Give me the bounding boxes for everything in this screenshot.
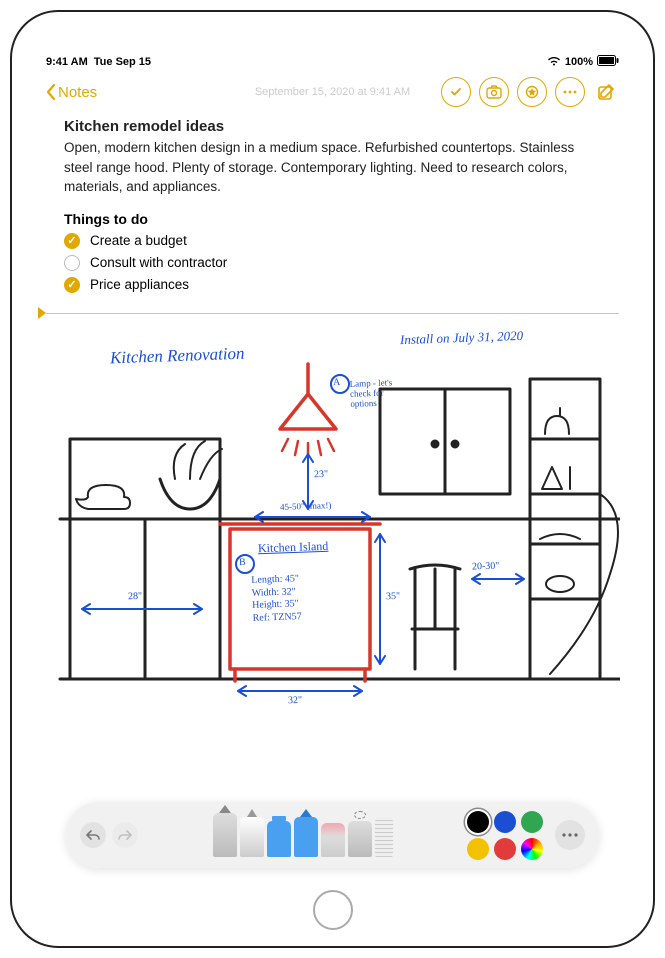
checklist-label: Price appliances (90, 277, 189, 292)
back-label: Notes (58, 84, 97, 101)
highlighter-tool[interactable] (267, 821, 291, 857)
annotation-a-text: Lamp - let's check for options (349, 378, 400, 409)
dim-lamp: 23" (314, 468, 328, 479)
annotation-a-marker: A (333, 377, 341, 388)
note-content[interactable]: Kitchen remodel ideas Open, modern kitch… (36, 112, 629, 293)
checklist-label: Create a budget (90, 233, 187, 248)
ipad-frame: 9:41 AM Tue Sep 15 100% Notes September … (10, 10, 655, 948)
marker-tool[interactable] (240, 817, 264, 857)
dim-island-w: 32" (288, 694, 302, 705)
checkbox-icon[interactable] (64, 277, 80, 293)
tool-tray (152, 813, 453, 857)
pen-tool[interactable] (213, 813, 237, 857)
checkbox-icon[interactable] (64, 233, 80, 249)
checkbox-icon[interactable] (64, 255, 80, 271)
color-black[interactable] (467, 811, 489, 833)
checklist-item[interactable]: Create a budget (64, 233, 601, 249)
status-time: 9:41 AM (46, 56, 88, 68)
more-button[interactable] (555, 77, 585, 107)
island-header: Kitchen Island (258, 539, 329, 555)
compose-button[interactable] (593, 79, 619, 105)
nav-bar: Notes September 15, 2020 at 9:41 AM (36, 72, 629, 112)
dim-island-h: 35" (386, 590, 400, 601)
screen: 9:41 AM Tue Sep 15 100% Notes September … (36, 52, 629, 886)
toolbar-more-button[interactable] (555, 820, 585, 850)
color-picker-button[interactable] (521, 838, 543, 860)
sketch-canvas[interactable]: Kitchen Renovation Install on July 31, 2… (40, 319, 625, 729)
divider-line (46, 313, 619, 314)
dim-top: 45-50" (max!) (280, 501, 332, 513)
dim-left: 28" (128, 590, 142, 601)
checklist-label: Consult with contractor (90, 255, 227, 270)
status-bar: 9:41 AM Tue Sep 15 100% (36, 52, 629, 72)
status-date: Tue Sep 15 (94, 56, 151, 68)
color-green[interactable] (521, 811, 543, 833)
color-palette (467, 811, 543, 860)
undo-button[interactable] (80, 822, 106, 848)
home-button[interactable] (313, 890, 353, 930)
island-specs: Length: 45" Width: 32" Height: 35" Ref: … (251, 573, 302, 625)
checklist-item[interactable]: Consult with contractor (64, 255, 601, 271)
annotation-b-marker: B (239, 557, 246, 568)
back-button[interactable]: Notes (46, 84, 97, 101)
kitchen-sketch-svg (40, 319, 620, 729)
wifi-icon (547, 56, 561, 69)
dim-right: 20-30" (472, 560, 500, 572)
camera-button[interactable] (479, 77, 509, 107)
battery-percent: 100% (565, 56, 593, 68)
pencil-tool[interactable] (294, 817, 318, 857)
note-title: Kitchen remodel ideas (64, 118, 601, 135)
color-red[interactable] (494, 838, 516, 860)
color-blue[interactable] (494, 811, 516, 833)
markup-toolbar (66, 802, 599, 868)
lasso-tool[interactable] (348, 821, 372, 857)
checklist-item[interactable]: Price appliances (64, 277, 601, 293)
todo-header: Things to do (64, 211, 601, 227)
ruler-tool[interactable] (375, 817, 393, 857)
eraser-tool[interactable] (321, 823, 345, 857)
redo-button[interactable] (112, 822, 138, 848)
checklist: Create a budget Consult with contractor … (64, 233, 601, 293)
checklist-button[interactable] (441, 77, 471, 107)
markup-button[interactable] (517, 77, 547, 107)
divider-handle-icon[interactable] (38, 307, 46, 319)
battery-icon (597, 55, 619, 69)
color-yellow[interactable] (467, 838, 489, 860)
drawing-divider[interactable] (36, 307, 629, 319)
note-body: Open, modern kitchen design in a medium … (64, 138, 601, 197)
